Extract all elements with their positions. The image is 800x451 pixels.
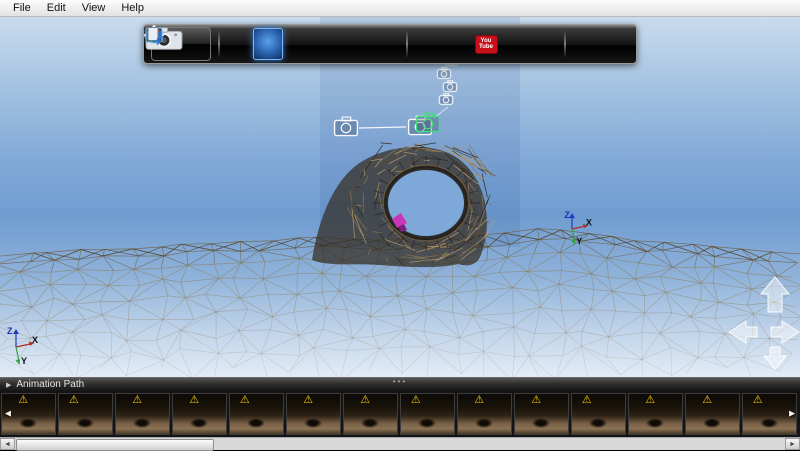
youtube-label-line2: Tube — [479, 44, 493, 50]
email-share-button[interactable] — [441, 28, 471, 60]
menu-view[interactable]: View — [74, 0, 114, 16]
warning-icon: ⚠ — [189, 395, 199, 406]
svg-text:Y: Y — [21, 356, 27, 366]
thumbnail[interactable]: ⚠ — [343, 393, 398, 435]
warning-icon: ⚠ — [645, 395, 655, 406]
svg-text:Z: Z — [7, 326, 13, 336]
menu-bar: File Edit View Help — [0, 0, 800, 17]
filmstrip-thumbs: ⚠ ⚠ ⚠ ⚠ ⚠ ⚠ ⚠ ⚠ ⚠ ⚠ ⚠ ⚠ ⚠ ⚠ — [1, 393, 797, 435]
svg-text:Z: Z — [564, 210, 570, 220]
screen-view-button[interactable] — [313, 28, 343, 60]
splitter-grip-dots[interactable]: ••• — [393, 378, 407, 386]
pan-tool-button[interactable] — [283, 28, 313, 60]
thumbnail[interactable]: ⚠ — [571, 393, 626, 435]
main-toolbar: YouTube — [143, 24, 637, 64]
horizontal-scrollbar[interactable]: ◄ ► — [0, 437, 800, 450]
expander-triangle-icon[interactable]: ▶ — [6, 381, 11, 389]
animation-path-bar[interactable]: ▶ Animation Path ••• — [0, 377, 800, 391]
select-tool-button[interactable] — [223, 28, 253, 60]
filmstrip-next-icon[interactable]: ► — [787, 409, 797, 420]
photo-capture-button[interactable] — [373, 28, 403, 60]
slideshow-button[interactable] — [531, 28, 561, 60]
svg-text:Y: Y — [576, 236, 582, 246]
thumbnail[interactable]: ⚠ — [457, 393, 512, 435]
youtube-icon: YouTube — [475, 35, 498, 54]
toolbar-separator — [218, 30, 220, 58]
svg-text:X: X — [586, 218, 592, 228]
warning-icon: ⚠ — [18, 395, 28, 406]
thumbnail[interactable]: ⚠ — [514, 393, 569, 435]
material-diamond-button[interactable] — [411, 28, 441, 60]
thumbnail[interactable]: ⚠ — [685, 393, 740, 435]
warning-icon: ⚠ — [582, 395, 592, 406]
thumbnail[interactable]: ⚠ — [400, 393, 455, 435]
youtube-share-button[interactable]: YouTube — [471, 28, 501, 60]
thumbnail[interactable]: ⚠ — [628, 393, 683, 435]
toolbar-separator — [564, 30, 566, 58]
warning-icon: ⚠ — [303, 395, 313, 406]
warning-icon: ⚠ — [474, 395, 484, 406]
menu-edit[interactable]: Edit — [39, 0, 74, 16]
thumbnail[interactable]: ⚠ — [58, 393, 113, 435]
select-3d-tool-button[interactable] — [253, 28, 283, 60]
warning-icon: ⚠ — [360, 395, 370, 406]
warning-icon: ⚠ — [411, 395, 421, 406]
toolbar-separator — [406, 30, 408, 58]
thumbnail[interactable]: ⚠ — [115, 393, 170, 435]
animation-path-label: Animation Path — [16, 379, 84, 390]
export-button[interactable] — [599, 28, 629, 60]
menu-file[interactable]: File — [5, 0, 39, 16]
viewport-scene: ZXYZXY — [0, 17, 800, 377]
warning-icon: ⚠ — [531, 395, 541, 406]
scroll-right-icon[interactable]: ► — [785, 438, 800, 450]
warning-icon: ⚠ — [69, 395, 79, 406]
annotate-pen-button[interactable] — [501, 28, 531, 60]
warning-icon: ⚠ — [132, 395, 142, 406]
svg-text:X: X — [32, 335, 38, 345]
filmstrip: ◄ ⚠ ⚠ ⚠ ⚠ ⚠ ⚠ ⚠ ⚠ ⚠ ⚠ ⚠ ⚠ ⚠ ⚠ ► — [0, 391, 800, 437]
warning-icon: ⚠ — [753, 395, 763, 406]
thumbnail[interactable]: ⚠ — [172, 393, 227, 435]
warning-icon: ⚠ — [702, 395, 712, 406]
thumbnail[interactable]: ⚠ — [229, 393, 284, 435]
scrollbar-thumb[interactable] — [16, 439, 214, 451]
viewport-3d[interactable]: ZXYZXY — [0, 17, 800, 377]
thumbnail[interactable]: ⚠ — [286, 393, 341, 435]
warning-icon: ⚠ — [240, 395, 250, 406]
filmstrip-prev-icon[interactable]: ◄ — [3, 409, 13, 420]
menu-help[interactable]: Help — [113, 0, 152, 16]
cube-view-button[interactable] — [569, 28, 599, 60]
scroll-left-icon[interactable]: ◄ — [0, 438, 15, 450]
orbit-tool-button[interactable] — [343, 28, 373, 60]
